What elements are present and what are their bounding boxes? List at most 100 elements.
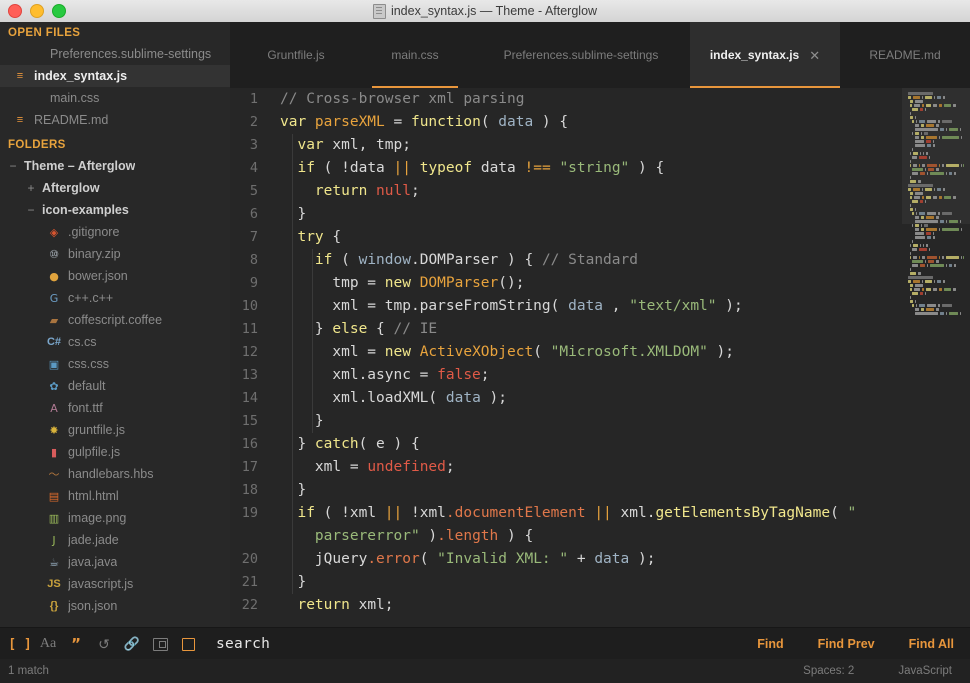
code-line[interactable]: 6 } [230,203,902,226]
file-tree-item[interactable]: ✸ gruntfile.js [0,419,230,441]
code-line[interactable]: 5 return null; [230,180,902,203]
code-text[interactable]: xml.async = false; [268,364,489,387]
code-line[interactable]: 2 var parseXML = function( data ) { [230,111,902,134]
code-text[interactable]: xml = undefined; [268,456,455,479]
code-line[interactable]: 18 } [230,479,902,502]
tab-gruntfile-js[interactable]: Gruntfile.js [234,22,358,88]
code-line[interactable]: 13 xml.async = false; [230,364,902,387]
file-tree-item[interactable]: Afont.ttf [0,397,230,419]
file-tree-item[interactable]: {} json.json [0,595,230,617]
code-line[interactable]: 4 if ( !data || typeof data !== "string"… [230,157,902,180]
code-line[interactable]: 17 xml = undefined; [230,456,902,479]
code-line[interactable]: 11 } else { // IE [230,318,902,341]
file-tree-item[interactable]: ▥ image.png [0,507,230,529]
find-options[interactable]: [ ] Aa ” ↺ 🔗 [0,631,202,657]
find-actions[interactable]: Find Find Prev Find All [757,637,970,651]
open-file-item-index-syntax[interactable]: ≡ index_syntax.js [0,65,230,87]
code-line[interactable]: 8 if ( window.DOMParser ) { // Standard [230,249,902,272]
file-tree-item[interactable]: ▤ html.html [0,485,230,507]
folder-item-theme-afterglow[interactable]: − Theme – Afterglow [0,155,230,177]
code-text[interactable]: if ( window.DOMParser ) { // Standard [268,249,638,272]
code-line[interactable]: 19 if ( !xml || !xml.documentElement || … [230,502,902,525]
close-window-button[interactable] [8,4,22,18]
regex-icon[interactable]: [ ] [6,631,34,657]
collapse-twisty-icon[interactable]: − [24,203,38,217]
zoom-window-button[interactable] [52,4,66,18]
code-text[interactable]: parsererror" ).length ) { [268,525,533,548]
file-tree-item[interactable]: ▣ css.css [0,353,230,375]
code-line[interactable]: parsererror" ).length ) { [230,525,902,548]
code-text[interactable]: } [268,479,306,502]
find-bar[interactable]: [ ] Aa ” ↺ 🔗 search Find Find Prev Find … [0,627,970,660]
code-text[interactable]: if ( !xml || !xml.documentElement || xml… [268,502,856,525]
file-tree-item[interactable]: ☕ java.java [0,551,230,573]
folder-item-icon-examples[interactable]: − icon-examples [0,199,230,221]
tab-index-syntax-js[interactable]: index_syntax.js ✕ [690,22,840,88]
code-line[interactable]: 7 try { [230,226,902,249]
highlight-results-icon[interactable] [174,631,202,657]
minimap[interactable] [902,88,970,627]
language-status[interactable]: JavaScript [898,665,952,677]
find-all-button[interactable]: Find All [909,637,954,651]
code-text[interactable]: xml = new ActiveXObject( "Microsoft.XMLD… [268,341,734,364]
code-line[interactable]: 9 tmp = new DOMParser(); [230,272,902,295]
code-area[interactable]: 1 // Cross-browser xml parsing 2 var parseX… [230,88,902,627]
code-text[interactable]: } else { // IE [268,318,437,341]
sidebar[interactable]: OPEN FILES Preferences.sublime-settings … [0,22,230,627]
code-text[interactable]: xml = tmp.parseFromString( data , "text/… [268,295,742,318]
file-tree-item[interactable]: ◈ .gitignore [0,221,230,243]
code-text[interactable]: var parseXML = function( data ) { [268,111,568,134]
in-selection-icon[interactable] [146,631,174,657]
code-line[interactable]: 15 } [230,410,902,433]
file-tree-list[interactable]: ◈ .gitignore ⑩ binary.zip ● bower.json Gc++.c+… [0,221,230,617]
search-input[interactable]: search [216,636,270,652]
wrap-icon[interactable]: ↺ [90,631,118,657]
file-tree-item[interactable]: Gc++.c++ [0,287,230,309]
code-text[interactable]: return null; [268,180,420,203]
code-line[interactable]: 12 xml = new ActiveXObject( "Microsoft.X… [230,341,902,364]
code-text[interactable]: jQuery.error( "Invalid XML: " + data ); [268,548,656,571]
code-text[interactable]: } [268,571,306,594]
code-text[interactable]: if ( !data || typeof data !== "string" )… [268,157,664,180]
status-right[interactable]: Spaces: 2 JavaScript [803,665,970,677]
file-tree-item[interactable]: ▮ gulpfile.js [0,441,230,463]
tab-main-css[interactable]: main.css [358,22,472,88]
file-tree-item[interactable]: 〜 handlebars.hbs [0,463,230,485]
file-tree-item[interactable]: ▰ coffescript.coffee [0,309,230,331]
code-text[interactable]: } catch( e ) { [268,433,419,456]
file-tree-item[interactable]: JS javascript.js [0,573,230,595]
file-tree-item[interactable]: ✿ default [0,375,230,397]
open-file-item-preferences[interactable]: Preferences.sublime-settings [0,43,230,65]
code-line[interactable]: 3 var xml, tmp; [230,134,902,157]
code-text[interactable]: var xml, tmp; [268,134,411,157]
file-tree-item[interactable]: ⑩ binary.zip [0,243,230,265]
code-line[interactable]: 14 xml.loadXML( data ); [230,387,902,410]
file-tree-item[interactable]: ● bower.json [0,265,230,287]
code-text[interactable]: xml.loadXML( data ); [268,387,507,410]
code-line[interactable]: 10 xml = tmp.parseFromString( data , "te… [230,295,902,318]
folder-item-afterglow[interactable]: + Afterglow [0,177,230,199]
code-line[interactable]: 20 jQuery.error( "Invalid XML: " + data … [230,548,902,571]
open-file-item-readme[interactable]: ≡ README.md [0,109,230,131]
code-text[interactable]: return xml; [268,594,393,617]
code-line[interactable]: 21 } [230,571,902,594]
code-text[interactable]: tmp = new DOMParser(); [268,272,524,295]
code-text[interactable]: // Cross-browser xml parsing [268,88,524,111]
code-viewport[interactable]: 1 // Cross-browser xml parsing 2 var parseX… [230,88,970,627]
collapse-twisty-icon[interactable]: − [6,159,20,173]
code-line[interactable]: 1 // Cross-browser xml parsing [230,88,902,111]
open-file-item-main-css[interactable]: main.css [0,87,230,109]
close-tab-icon[interactable]: ✕ [809,49,820,62]
find-button[interactable]: Find [757,637,783,651]
code-text[interactable]: try { [268,226,341,249]
code-text[interactable]: } [268,410,324,433]
whole-word-icon[interactable]: ” [62,631,90,657]
code-text[interactable]: } [268,203,306,226]
tab-preferences-sublime-settings[interactable]: Preferences.sublime-settings [472,22,690,88]
preserve-case-icon[interactable]: 🔗 [118,631,146,657]
indentation-status[interactable]: Spaces: 2 [803,665,854,677]
file-tree-item[interactable]: Jjade.jade [0,529,230,551]
file-tree-item[interactable]: C# cs.cs [0,331,230,353]
find-prev-button[interactable]: Find Prev [818,637,875,651]
case-sensitive-icon[interactable]: Aa [34,631,62,657]
